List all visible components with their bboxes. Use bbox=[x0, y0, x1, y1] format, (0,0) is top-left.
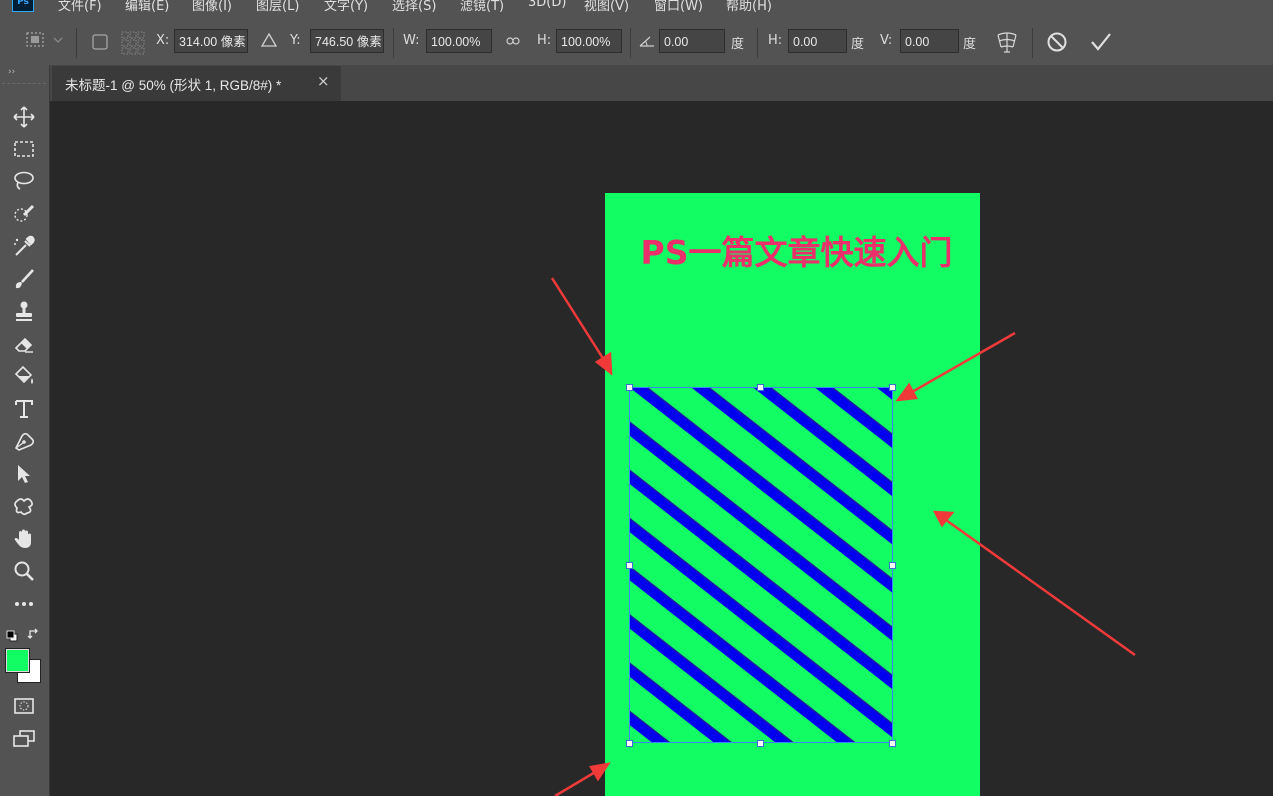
annotation-arrows bbox=[550, 277, 1136, 796]
annotation-arrow-top-left bbox=[550, 277, 613, 376]
annotation-arrow-right bbox=[932, 510, 1136, 657]
annotation-arrow-top-right bbox=[895, 331, 1016, 402]
annotation-arrow-bottom-left bbox=[554, 762, 611, 796]
